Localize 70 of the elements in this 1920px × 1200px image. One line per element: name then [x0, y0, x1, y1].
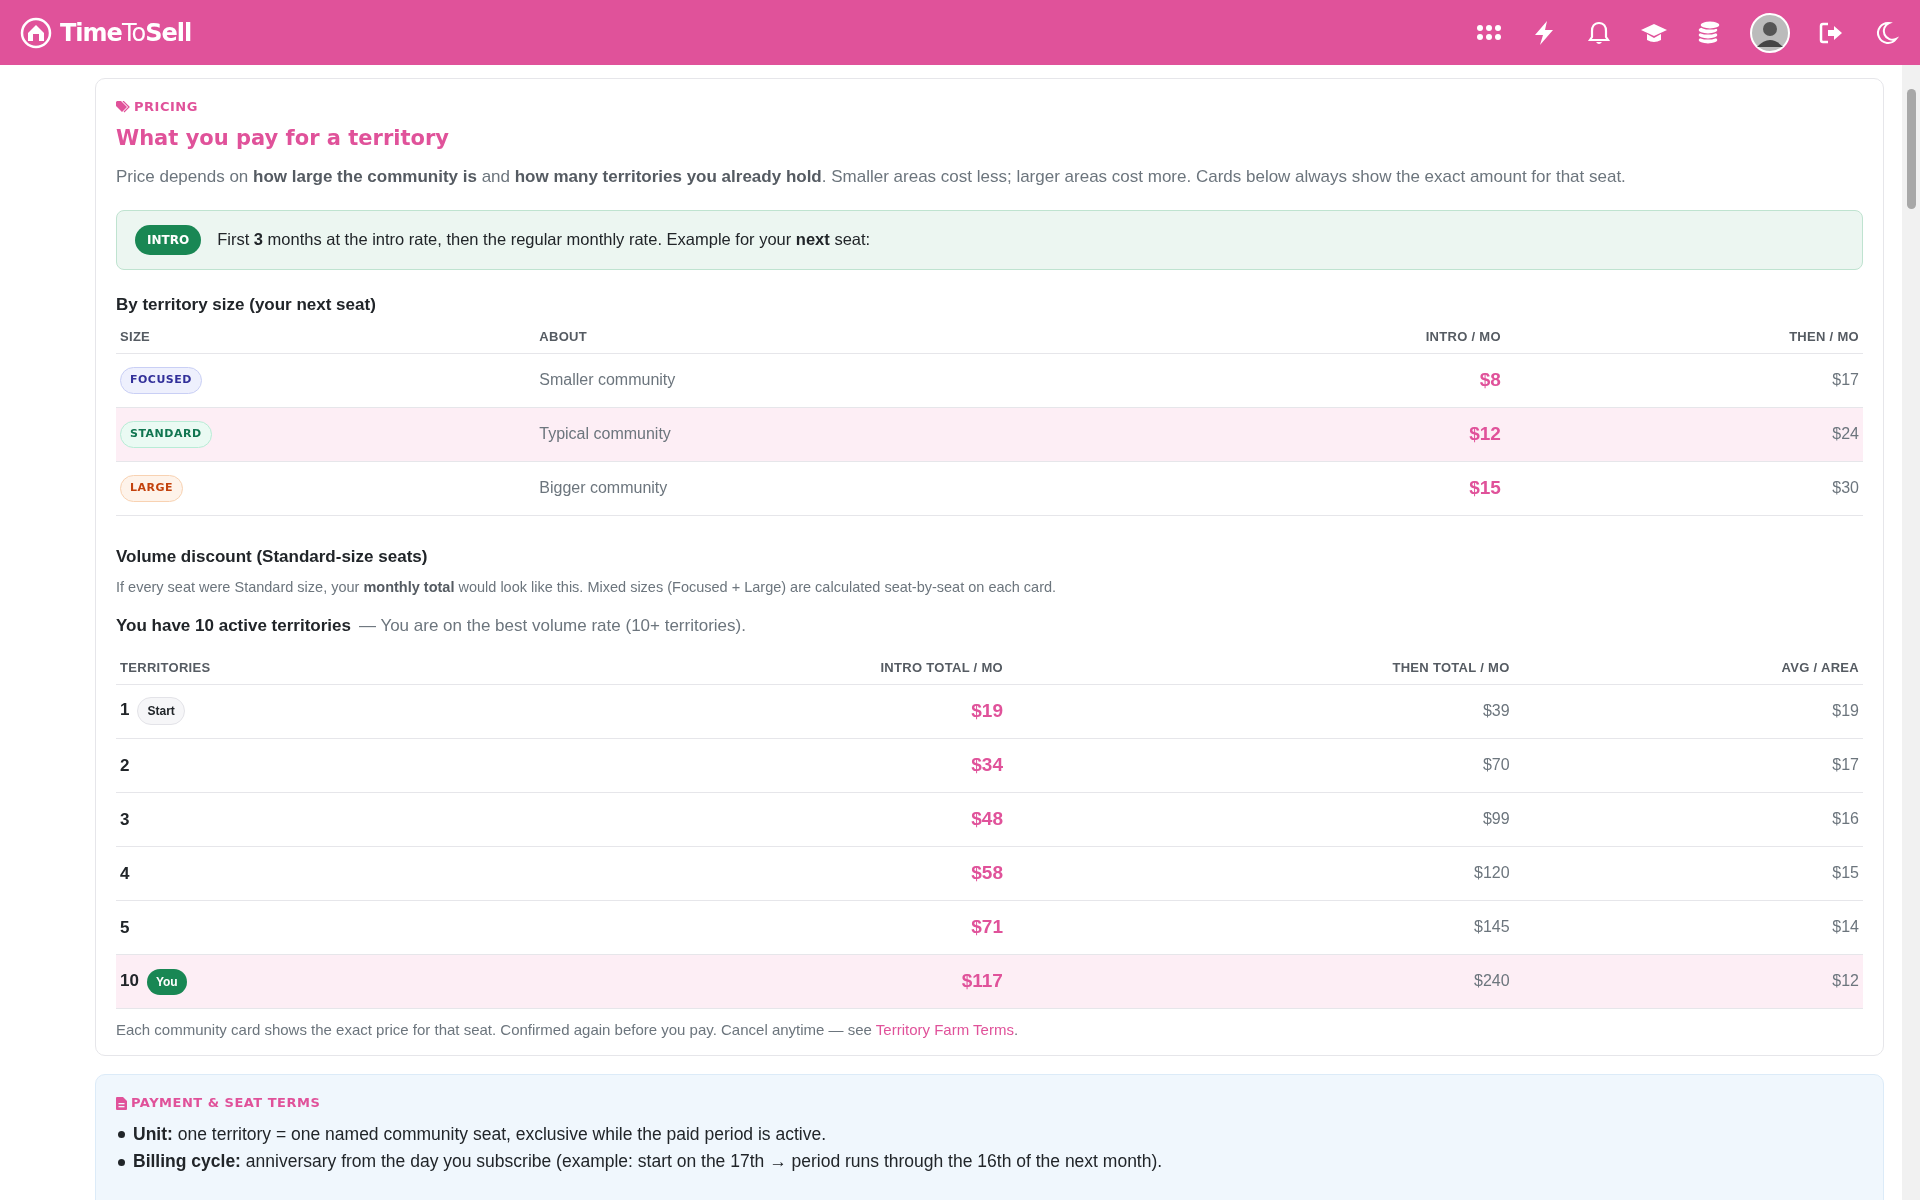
average-price: $14 — [1832, 918, 1859, 936]
intro-total: $58 — [971, 862, 1003, 883]
column-header: ABOUT — [535, 317, 1322, 353]
regular-total: $70 — [1482, 756, 1510, 774]
house-logo-icon — [20, 16, 52, 49]
intro-total: $71 — [971, 916, 1003, 937]
regular-total: $39 — [1482, 702, 1510, 720]
section-heading: By territory size (your next seat) — [116, 293, 377, 316]
territory-count: 10 — [120, 970, 139, 990]
intro-total: $19 — [971, 700, 1003, 721]
volume-status: — You are on the best volume rate (10+ territories). — [358, 614, 746, 637]
column-header: INTRO / MO — [1321, 317, 1505, 353]
regular-total: $145 — [1474, 918, 1510, 936]
scrollbar-thumb[interactable] — [1907, 89, 1916, 209]
table-cell: Smaller community — [539, 371, 676, 388]
intro-text: First 3 months at the intro rate, then the regular monthly rate. Example for your next seat: — [217, 229, 871, 251]
section-eyebrow: PRICING — [134, 98, 198, 116]
tag-icon — [116, 100, 130, 113]
terms-item: Billing cycle: anniversary from the day you subscribe (example: start on the 17th → period runs through the 16th of the next month). — [133, 1150, 1163, 1174]
volume-note: If every seat were Standard size, your monthly total would look like this. Mixed sizes (Focused + Large) are calculated seat-by-seat on each card. — [116, 578, 1058, 597]
territory-tag: Start — [137, 697, 185, 726]
terms-link[interactable]: Territory Farm Terms — [875, 1020, 1014, 1038]
column-header: TERRITORIES — [116, 648, 728, 685]
column-header: SIZE — [116, 317, 536, 353]
column-header: INTRO TOTAL / MO — [727, 648, 1007, 685]
regular-total: $99 — [1482, 810, 1510, 828]
intro-price: $12 — [1469, 422, 1501, 444]
section-heading: Volume discount (Standard-size seats) — [116, 545, 429, 568]
regular-price: $30 — [1832, 479, 1859, 496]
regular-total: $240 — [1474, 972, 1510, 990]
regular-price: $17 — [1832, 371, 1859, 388]
intro-price: $8 — [1479, 368, 1501, 390]
table-cell: Bigger community — [539, 479, 668, 496]
brand-logo[interactable]: TimeToSell — [60, 14, 192, 51]
footnote-text: Each community card shows the exact price for that seat. Confirmed again before you pay. Cancel anytime — see Territory Farm Terms. — [116, 1019, 1020, 1040]
section-eyebrow: PAYMENT & SEAT TERMS — [131, 1094, 321, 1113]
average-price: $19 — [1832, 702, 1859, 720]
territory-tag: You — [146, 968, 187, 995]
size-tag: STANDARD — [120, 421, 212, 448]
intro-price: $15 — [1469, 476, 1501, 498]
column-header: AVG / AREA — [1513, 648, 1863, 685]
user-avatar[interactable] — [1750, 12, 1790, 53]
bullet-icon — [118, 1158, 125, 1166]
bullet-icon — [118, 1131, 125, 1139]
intro-total: $34 — [971, 754, 1003, 775]
regular-price: $24 — [1832, 425, 1859, 442]
territory-count: 2 — [120, 755, 130, 775]
column-header: THEN / MO — [1504, 317, 1863, 353]
average-price: $16 — [1832, 810, 1859, 828]
average-price: $15 — [1832, 864, 1859, 882]
territory-count: 3 — [120, 809, 130, 829]
intro-total: $117 — [961, 970, 1003, 991]
territory-count: 4 — [120, 863, 130, 883]
territory-count: 5 — [120, 917, 130, 937]
average-price: $12 — [1832, 972, 1859, 990]
average-price: $17 — [1832, 756, 1859, 774]
table-cell: Typical community — [539, 425, 671, 442]
pricing-title: What you pay for a territory — [116, 124, 450, 152]
regular-total: $120 — [1474, 864, 1510, 882]
active-territories-count: You have 10 active territories — [116, 614, 351, 637]
intro-badge: INTRO — [135, 224, 202, 255]
size-tag: FOCUSED — [120, 367, 202, 394]
size-tag: LARGE — [120, 475, 184, 502]
coins-icon[interactable] — [1695, 18, 1723, 47]
terms-item: Unit: one territory = one named community seat, exclusive while the paid period is active. — [133, 1122, 827, 1146]
document-icon — [116, 1096, 127, 1110]
intro-total: $48 — [971, 808, 1003, 829]
pricing-description: Price depends on how large the community is and how many territories you already hold. Smaller areas cost less; larger areas cost more. Cards below always show the exact amount for that seat. — [116, 166, 1627, 188]
column-header: THEN TOTAL / MO — [1006, 648, 1514, 685]
territory-count: 1 — [120, 700, 130, 720]
